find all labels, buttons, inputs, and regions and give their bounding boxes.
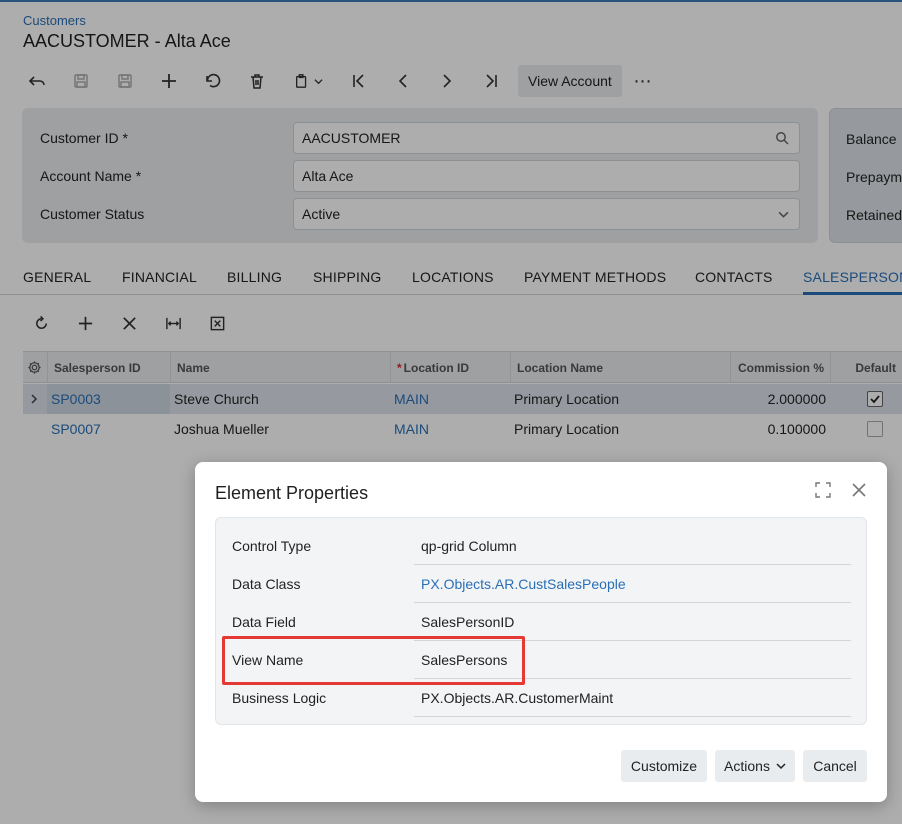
customize-button[interactable]: Customize [621, 750, 707, 782]
property-label: Business Logic [232, 690, 327, 706]
dialog-title: Element Properties [215, 483, 369, 503]
property-label: Data Field [232, 614, 296, 630]
data-class-link[interactable]: PX.Objects.AR.CustSalesPeople [421, 576, 626, 592]
maximize-icon[interactable] [815, 482, 831, 498]
property-row: Data Class PX.Objects.AR.CustSalesPeople [216, 564, 868, 603]
properties-panel: Control Type qp-grid Column Data Class P… [215, 517, 867, 725]
property-row: Control Type qp-grid Column [216, 526, 868, 565]
property-value: qp-grid Column [421, 538, 517, 554]
view-name-highlight-box [222, 636, 525, 685]
property-value: PX.Objects.AR.CustomerMaint [421, 690, 614, 706]
close-icon[interactable] [850, 481, 868, 499]
chevron-down-icon [776, 763, 786, 770]
actions-label: Actions [724, 758, 770, 774]
row-divider [414, 716, 851, 717]
cancel-button[interactable]: Cancel [803, 750, 867, 782]
property-label: Data Class [232, 576, 301, 592]
property-label: Control Type [232, 538, 312, 554]
property-value: SalesPersonID [421, 614, 515, 630]
element-properties-dialog: Element Properties Control Type qp-grid … [195, 462, 887, 802]
actions-button[interactable]: Actions [715, 750, 795, 782]
property-row: Data Field SalesPersonID [216, 602, 868, 641]
